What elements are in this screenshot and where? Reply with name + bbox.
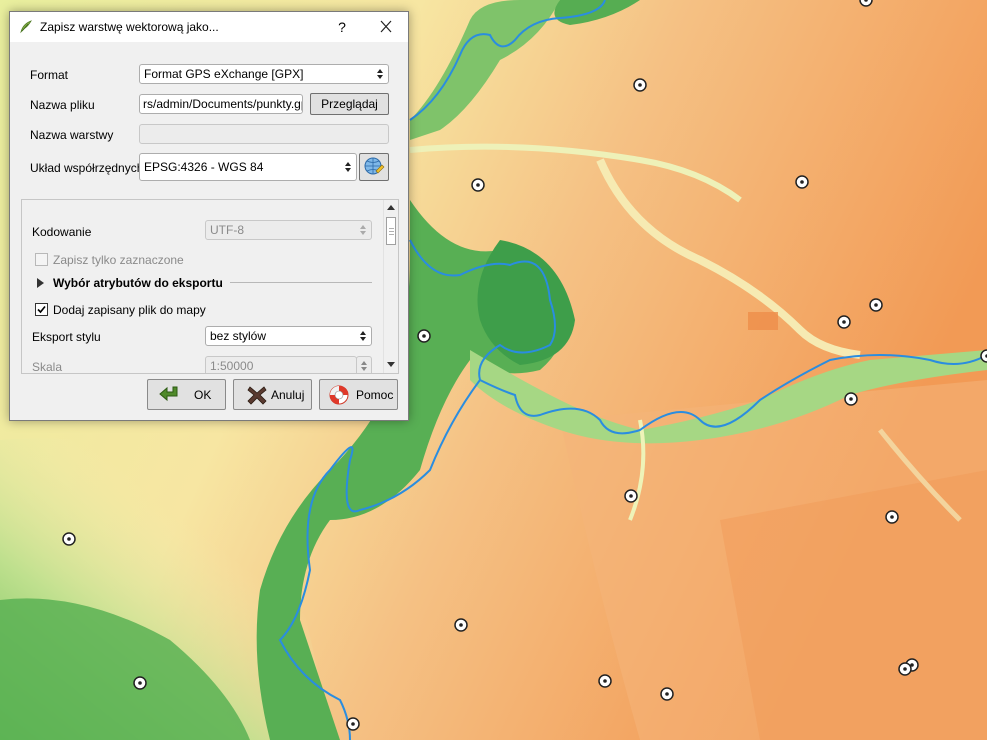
map-point-center [476,183,480,187]
map-point-center [874,303,878,307]
updown-arrows-icon [345,162,351,172]
map-point-center [138,681,142,685]
updown-arrows-icon [361,361,367,371]
section-divider [230,282,372,283]
help-label: Pomoc [356,388,394,402]
encoding-select[interactable]: UTF-8 [205,220,372,240]
save-vector-layer-dialog: Zapisz warstwę wektorową jako... ? Forma… [9,11,409,421]
map-point-center [67,537,71,541]
scale-input[interactable]: 1:50000 [205,356,357,373]
filename-label: Nazwa pliku [30,98,95,112]
crs-select[interactable]: EPSG:4326 - WGS 84 [139,153,357,181]
scroll-up-icon[interactable] [385,201,397,215]
format-select[interactable]: Format GPS eXchange [GPX] [139,64,389,84]
checkmark-icon [37,305,46,314]
attributes-section-title[interactable]: Wybór atrybutów do eksportu [53,276,223,290]
map-point-center [459,623,463,627]
layername-label: Nazwa warstwy [30,128,114,142]
dialog-title: Zapisz warstwę wektorową jako... [40,20,219,34]
style-export-select[interactable]: bez stylów [205,326,372,346]
ok-label: OK [194,388,212,402]
help-button[interactable]: Pomoc [319,379,398,410]
map-point-center [603,679,607,683]
filename-input[interactable]: rs/admin/Documents/punkty.gpx [139,94,303,114]
map-point-center [890,515,894,519]
browse-button[interactable]: Przeglądaj [310,93,389,115]
map-point-center [629,494,633,498]
scrollbar-thumb[interactable] [386,217,396,245]
map-point-center [849,397,853,401]
updown-arrows-icon [377,69,383,79]
ok-arrow-icon [159,386,178,402]
scale-spinbox-arrows[interactable] [356,356,372,373]
vertical-scrollbar[interactable] [383,200,398,373]
map-point-center [800,180,804,184]
scroll-down-icon[interactable] [385,357,397,371]
options-scroll-area[interactable]: Kodowanie UTF-8 Zapisz tylko zaznaczone … [21,199,399,374]
map-point-center [638,83,642,87]
save-selected-label: Zapisz tylko zaznaczone [53,253,184,267]
dialog-titlebar[interactable]: Zapisz warstwę wektorową jako... ? [10,12,408,42]
help-title-button[interactable]: ? [332,17,352,37]
cancel-label: Anuluj [271,388,305,402]
globe-icon [364,157,385,175]
updown-arrows-icon [360,331,366,341]
cancel-button[interactable]: Anuluj [233,379,312,410]
crs-selector-button[interactable] [359,153,389,181]
cancel-x-icon [247,386,267,405]
map-point-center [842,320,846,324]
encoding-label: Kodowanie [32,225,92,239]
style-export-value: bez stylów [210,329,267,343]
style-export-label: Eksport stylu [32,330,101,344]
save-selected-checkbox[interactable] [35,253,48,266]
scale-value: 1:50000 [210,359,254,373]
crs-label: Układ współrzędnych [30,161,144,175]
expand-triangle-icon[interactable] [36,277,46,289]
ok-button[interactable]: OK [147,379,226,410]
map-point-center [665,692,669,696]
lifebuoy-icon [329,385,349,405]
qgis-logo-icon [20,20,32,34]
crs-value: EPSG:4326 - WGS 84 [144,160,264,174]
filename-value: rs/admin/Documents/punkty.gpx [143,97,303,111]
encoding-value: UTF-8 [210,223,244,237]
map-point-center [422,334,426,338]
updown-arrows-icon [360,225,366,235]
add-to-map-checkbox[interactable] [35,303,48,316]
layername-input[interactable] [139,124,389,144]
map-point-center [351,722,355,726]
format-label: Format [30,68,69,82]
add-to-map-label: Dodaj zapisany plik do mapy [53,303,206,317]
format-value: Format GPS eXchange [GPX] [144,67,304,81]
map-point-center [903,667,907,671]
scale-label: Skala [32,360,63,374]
close-icon[interactable] [374,16,398,38]
